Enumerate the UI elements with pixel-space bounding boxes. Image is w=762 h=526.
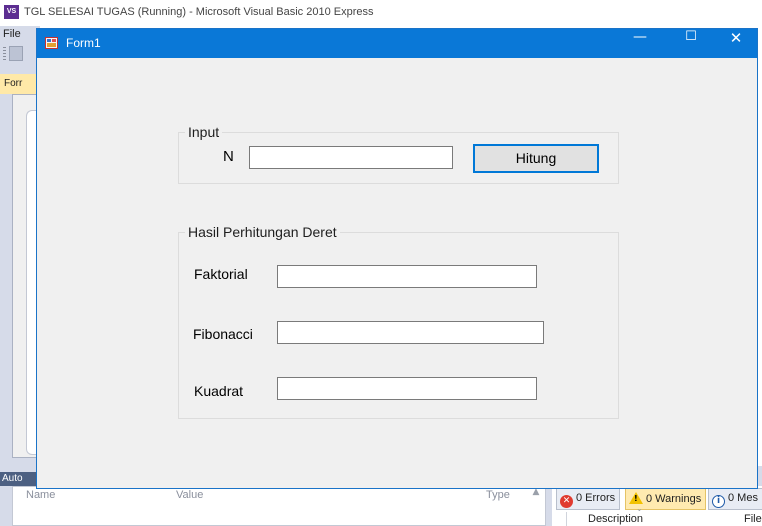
ide-titlebar: VS TGL SELESAI TUGAS (Running) - Microso… xyxy=(0,0,762,26)
fibonacci-field[interactable] xyxy=(277,321,544,344)
error-column-file[interactable]: File xyxy=(744,513,762,525)
form-app-icon-detail xyxy=(47,43,56,47)
hitung-button[interactable]: Hitung xyxy=(473,144,599,173)
document-tab-label: Forr xyxy=(4,78,23,89)
errors-count-label: 0 Errors xyxy=(576,492,616,504)
scroll-up-icon[interactable]: ▲ xyxy=(528,487,544,501)
form-titlebar[interactable]: Form1 — ☐ ✕ xyxy=(37,29,757,58)
faktorial-field[interactable] xyxy=(277,265,537,288)
n-label: N xyxy=(223,148,234,165)
document-tab[interactable]: Forr xyxy=(0,74,40,94)
messages-count-label: 0 Mes xyxy=(728,492,758,504)
info-icon: i xyxy=(712,495,725,508)
autos-column-name[interactable]: Name xyxy=(26,489,55,501)
messages-filter-button[interactable]: i0 Mes xyxy=(708,488,762,510)
minimize-button[interactable]: — xyxy=(617,29,663,58)
errors-filter-button[interactable]: ✕ 0 Errors xyxy=(556,488,621,510)
form-title: Form1 xyxy=(66,36,101,50)
autos-panel xyxy=(12,486,546,526)
error-icon: ✕ xyxy=(560,495,573,508)
menu-file[interactable]: File xyxy=(3,28,21,40)
maximize-button[interactable]: ☐ xyxy=(668,29,714,58)
error-column-description[interactable]: Description xyxy=(588,513,643,525)
close-button[interactable]: ✕ xyxy=(713,29,759,58)
input-group-legend: Input xyxy=(185,124,223,140)
form1-window: Form1 — ☐ ✕ Input N Hitung Hasil Perhitu… xyxy=(36,28,758,489)
result-group-legend: Hasil Perhitungan Deret xyxy=(185,224,340,240)
autos-tab[interactable]: Auto xyxy=(0,472,40,486)
kuadrat-field[interactable] xyxy=(277,377,537,400)
warning-icon: ! xyxy=(629,492,643,504)
sort-chevron-icon: ⌄ xyxy=(636,504,643,513)
column-divider xyxy=(566,512,567,526)
warnings-count-label: 0 Warnings xyxy=(646,493,702,505)
toolbar-grip-icon[interactable] xyxy=(3,47,6,61)
visual-studio-logo-icon: VS xyxy=(4,5,19,19)
n-input[interactable] xyxy=(249,146,453,169)
autos-column-type[interactable]: Type xyxy=(486,489,510,501)
fibonacci-label: Fibonacci xyxy=(193,326,253,342)
toolbar-button[interactable] xyxy=(9,46,23,61)
autos-tab-label: Auto xyxy=(2,473,23,484)
kuadrat-label: Kuadrat xyxy=(194,383,244,399)
faktorial-label: Faktorial xyxy=(194,266,248,282)
autos-column-value[interactable]: Value xyxy=(176,489,203,501)
ide-window-title: TGL SELESAI TUGAS (Running) - Microsoft … xyxy=(24,6,374,18)
